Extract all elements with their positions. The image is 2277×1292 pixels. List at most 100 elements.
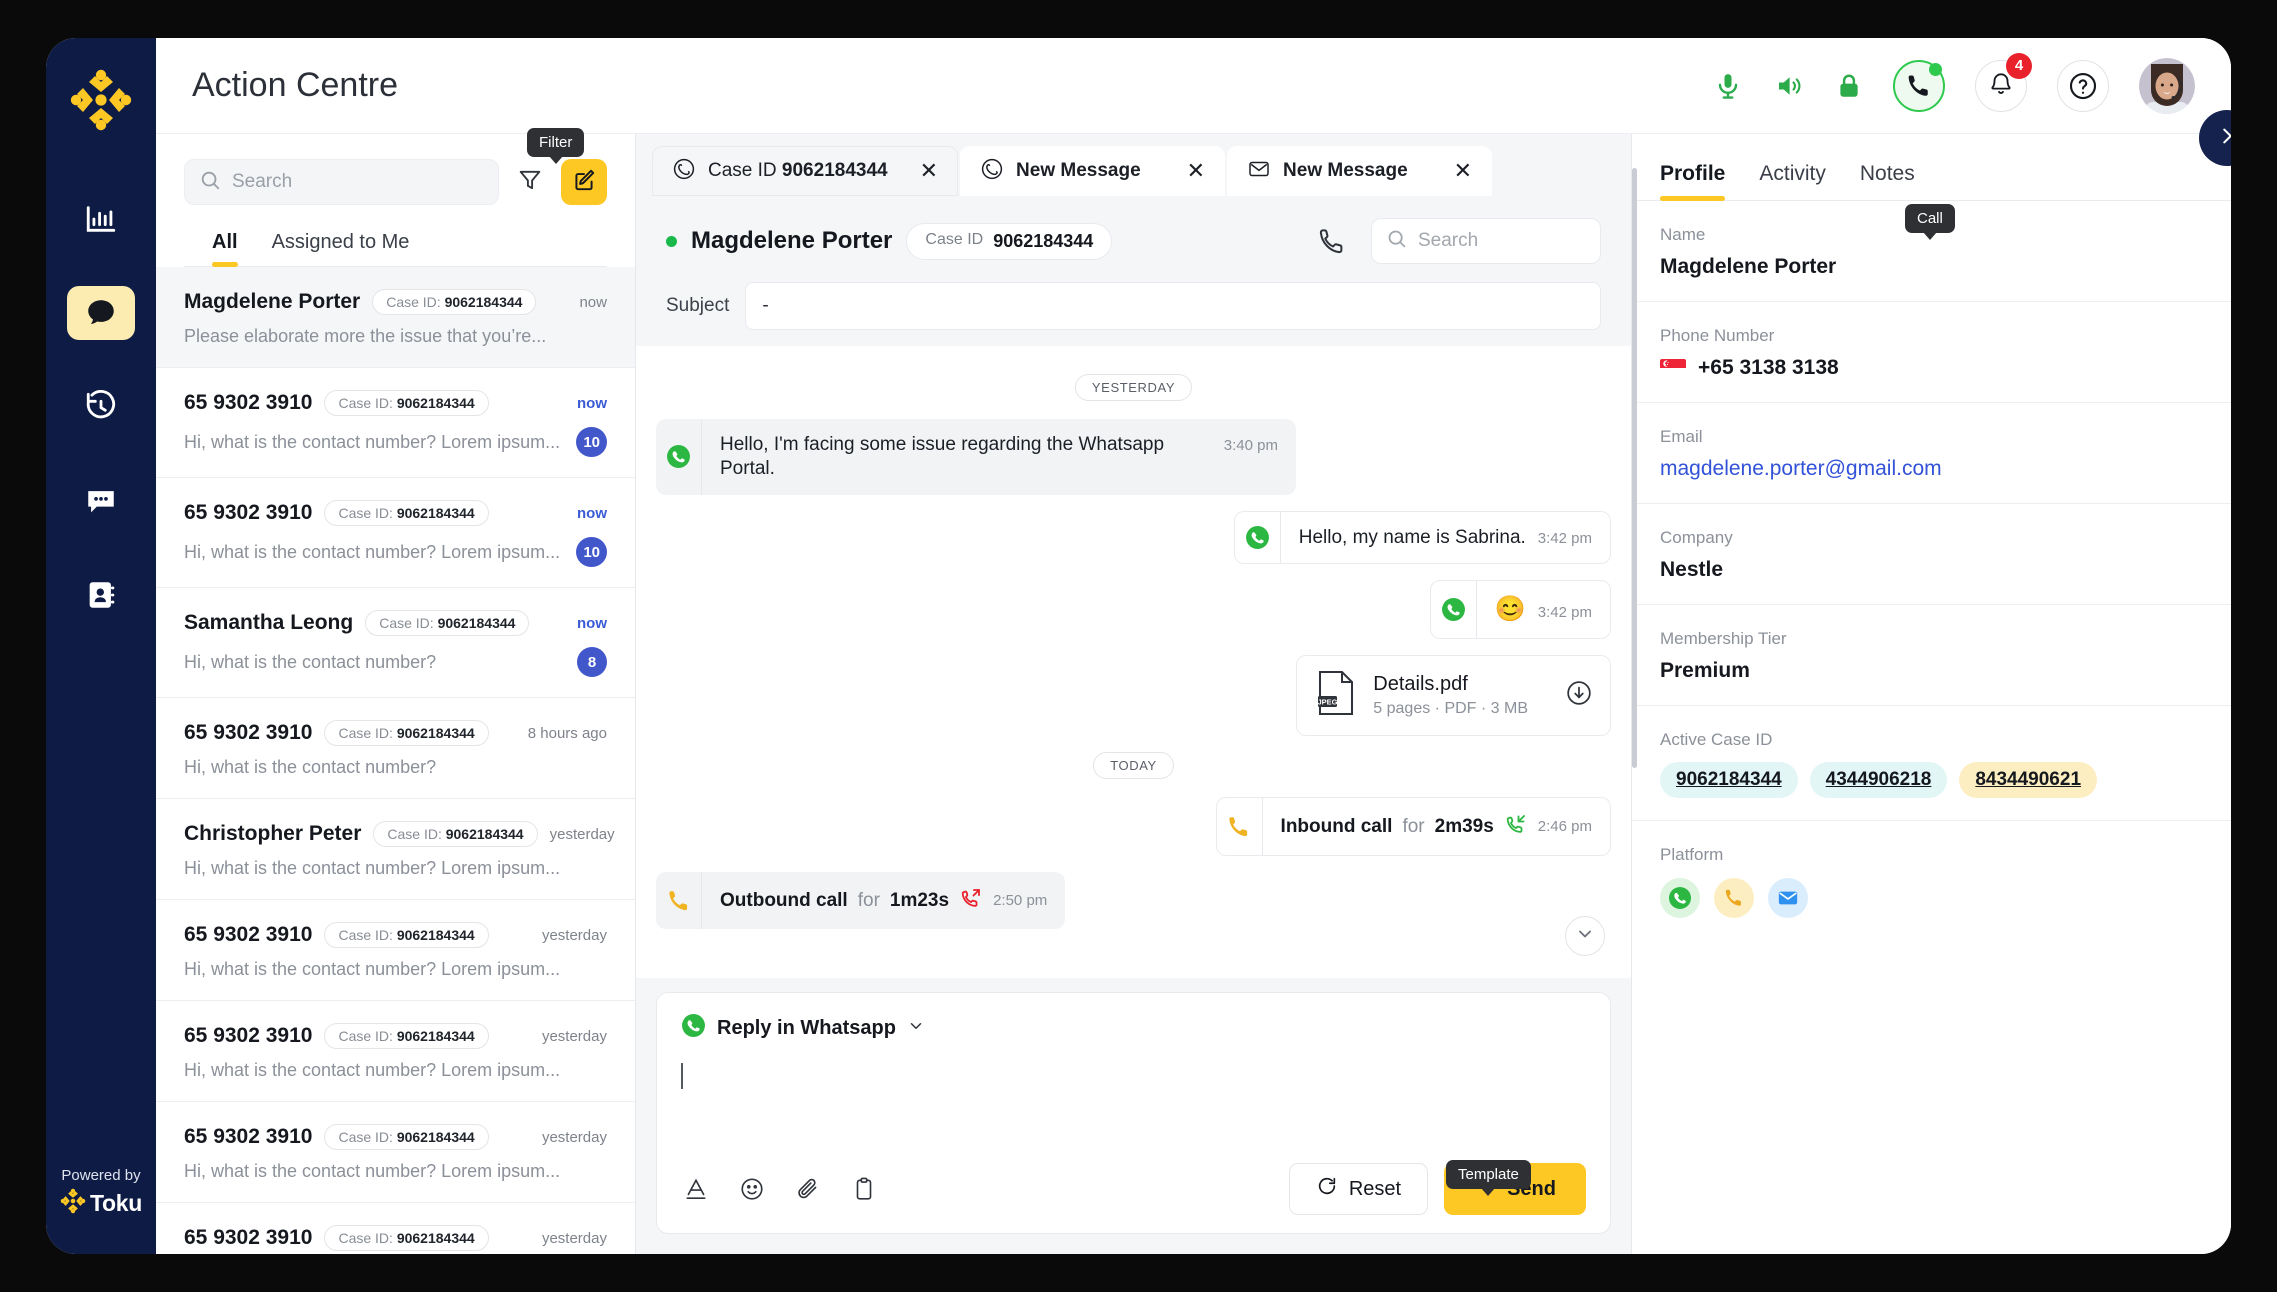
message-bubble[interactable]: Hello, I'm facing some issue regarding t… <box>656 419 1296 495</box>
help-button[interactable] <box>2057 59 2109 112</box>
sidebar-item-messages[interactable] <box>67 474 135 528</box>
close-icon[interactable]: ✕ <box>1434 160 1472 182</box>
avatar[interactable] <box>2139 57 2195 114</box>
list-item[interactable]: 65 9302 3910 Case ID: 9062184344 now Hi,… <box>156 478 635 589</box>
call-time: 2:50 pm <box>993 892 1048 910</box>
speaker-icon[interactable] <box>1773 71 1805 101</box>
whatsapp-icon <box>656 419 702 495</box>
phone-icon <box>656 872 702 930</box>
composer-textarea[interactable] <box>681 1043 1586 1153</box>
sidebar-item-history[interactable] <box>67 380 135 434</box>
message-bubble[interactable]: Hello, my name is Sabrina. 3:42 pm <box>1233 510 1611 565</box>
platform-icon-list <box>1660 878 2203 918</box>
case-id-chip[interactable]: 8434490621 <box>1959 762 2098 798</box>
work-tab[interactable]: New Message ✕ <box>960 146 1226 196</box>
conversation-list-panel: Search All Assigned to Me Magdelene Port… <box>156 38 636 1254</box>
case-id-chip: Case ID: 9062184344 <box>324 1225 489 1252</box>
field-value: Nestle <box>1660 558 1724 581</box>
profile-scrollbar[interactable] <box>1632 168 1637 768</box>
message-emoji: 😊 <box>1494 595 1526 624</box>
list-item-top: 65 9302 3910 Case ID: 9062184344 8 hours… <box>184 720 607 747</box>
close-icon[interactable]: ✕ <box>1167 160 1205 182</box>
unread-badge: 8 <box>577 647 607 678</box>
close-icon[interactable]: ✕ <box>900 160 938 182</box>
list-item-top: Samantha Leong Case ID: 9062184344 now <box>184 610 607 637</box>
tab-notes[interactable]: Notes <box>1860 162 1915 200</box>
active-case-chips: 9062184344 4344906218 8434490621 <box>1660 762 2203 798</box>
search-input[interactable]: Search <box>184 159 499 206</box>
platform-whatsapp-icon[interactable] <box>1660 878 1700 918</box>
tab-activity[interactable]: Activity <box>1759 162 1826 200</box>
toku-logo-icon <box>69 68 133 132</box>
contact-name: 65 9302 3910 <box>184 501 313 525</box>
template-icon[interactable] <box>849 1174 879 1204</box>
list-item[interactable]: Christopher Peter Case ID: 9062184344 ye… <box>156 799 635 901</box>
case-id-chip: Case ID: 9062184344 <box>324 922 489 949</box>
emoji-icon[interactable] <box>737 1174 767 1204</box>
chat-search-placeholder: Search <box>1418 230 1479 251</box>
app-screen: Powered by Toku Search All Assigned to M… <box>46 38 2231 1254</box>
timestamp: now <box>577 614 607 632</box>
conversation-list[interactable]: Magdelene Porter Case ID: 9062184344 now… <box>156 267 635 1254</box>
list-item[interactable]: 65 9302 3910 Case ID: 9062184344 yesterd… <box>156 900 635 1002</box>
work-tab[interactable]: Case ID 9062184344 ✕ <box>652 146 959 196</box>
lock-icon[interactable] <box>1835 71 1863 101</box>
whatsapp-icon <box>681 1013 706 1043</box>
case-id-chip[interactable]: 4344906218 <box>1809 762 1948 798</box>
scroll-to-bottom-button[interactable] <box>1565 916 1605 956</box>
list-item-bottom: Please elaborate more the issue that you… <box>184 326 607 347</box>
notifications-button[interactable]: 4 <box>1975 52 2032 112</box>
platform-phone-icon[interactable] <box>1714 878 1754 918</box>
list-item[interactable]: 65 9302 3910 Case ID: 9062184344 8 hours… <box>156 698 635 800</box>
list-item[interactable]: 65 9302 3910 Case ID: 9062184344 yesterd… <box>156 1203 635 1254</box>
chat-search-input[interactable]: Search <box>1371 218 1601 264</box>
call-direction: Inbound call <box>1280 815 1393 837</box>
file-attachment-card[interactable]: JPEG Details.pdf 5 pages · PDF · 3 MB <box>1296 655 1611 737</box>
case-id-chip: Case ID: 9062184344 <box>373 821 538 848</box>
list-item[interactable]: 65 9302 3910 Case ID: 9062184344 yesterd… <box>156 1001 635 1103</box>
field-value-email-link[interactable]: magdelene.porter@gmail.com <box>1660 457 2203 481</box>
subject-input[interactable]: - <box>745 282 1601 330</box>
work-tab[interactable]: New Message ✕ <box>1227 146 1493 196</box>
composer-channel-selector[interactable]: Reply in Whatsapp <box>681 1013 1586 1043</box>
chevron-down-icon <box>907 1017 925 1040</box>
reset-button[interactable]: Reset <box>1288 1163 1429 1215</box>
message-row: Hello, my name is Sabrina. 3:42 pm <box>656 510 1611 565</box>
call-log-bubble[interactable]: Inbound call for 2m39s 2:46 pm <box>1215 797 1611 857</box>
case-id-chip: Case ID: 9062184344 <box>365 610 530 637</box>
attachment-icon[interactable] <box>793 1174 823 1204</box>
platform-email-icon[interactable] <box>1768 878 1808 918</box>
filter-button[interactable] <box>513 165 547 199</box>
sidebar-item-contacts[interactable] <box>67 568 135 622</box>
list-item[interactable]: Magdelene Porter Case ID: 9062184344 now… <box>156 267 635 369</box>
unread-badge: 10 <box>576 537 607 568</box>
singapore-flag-icon <box>1660 359 1686 377</box>
work-tab-bar[interactable]: Case ID 9062184344 ✕ New Message ✕ New M… <box>636 134 1631 196</box>
message-bubble-emoji[interactable]: 😊 3:42 pm <box>1429 580 1611 640</box>
composer-actions: Reset Send <box>1288 1163 1586 1215</box>
sidebar-item-chat[interactable] <box>67 286 135 340</box>
chat-case-chip: Case ID 9062184344 <box>906 222 1113 260</box>
day-label: TODAY <box>1093 752 1174 780</box>
list-item[interactable]: 65 9302 3910 Case ID: 9062184344 now Hi,… <box>156 368 635 479</box>
case-id-chip: Case ID: 9062184344 <box>324 390 489 417</box>
download-button[interactable] <box>1544 680 1592 711</box>
message-preview: Hi, what is the contact number? Lorem ip… <box>184 431 561 452</box>
format-text-icon[interactable] <box>681 1174 711 1204</box>
tab-profile[interactable]: Profile <box>1660 162 1726 201</box>
rail-nav-items <box>67 192 135 622</box>
list-item[interactable]: 65 9302 3910 Case ID: 9062184344 yesterd… <box>156 1102 635 1204</box>
call-log-bubble[interactable]: Outbound call for 1m23s 2:50 pm <box>656 872 1066 930</box>
active-call-button[interactable] <box>1893 59 1945 112</box>
microphone-icon[interactable] <box>1713 71 1743 101</box>
tab-all[interactable]: All <box>212 231 238 268</box>
sidebar-item-analytics[interactable] <box>67 192 135 246</box>
compose-button[interactable] <box>561 159 607 206</box>
list-item[interactable]: Samantha Leong Case ID: 9062184344 now H… <box>156 588 635 699</box>
case-id-chip[interactable]: 9062184344 <box>1660 762 1798 798</box>
call-button[interactable] <box>1317 226 1347 256</box>
timestamp: yesterday <box>541 926 607 944</box>
whatsapp-icon <box>980 157 1004 186</box>
tab-assigned-to-me[interactable]: Assigned to Me <box>272 231 410 266</box>
message-row: JPEG Details.pdf 5 pages · PDF · 3 MB <box>656 655 1611 737</box>
